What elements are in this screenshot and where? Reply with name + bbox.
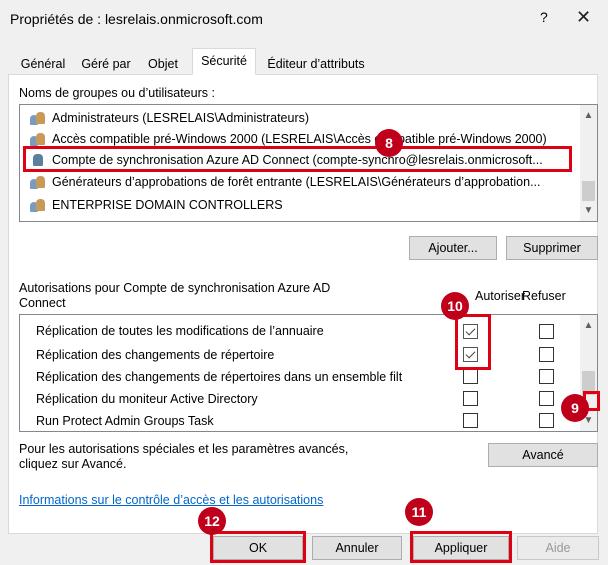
group-icon — [30, 175, 46, 189]
list-item-label: Compte de synchronisation Azure AD Conne… — [52, 153, 543, 167]
list-item-label: Administrateurs (LESRELAIS\Administrateu… — [52, 111, 310, 125]
help-button[interactable]: Aide — [517, 536, 599, 560]
allow-column-header: Autoriser — [475, 289, 526, 303]
permissions-list[interactable]: Réplication de toutes les modifications … — [19, 314, 598, 432]
permission-label: Run Protect Admin Groups Task — [36, 414, 214, 428]
allow-checkbox[interactable] — [463, 369, 478, 384]
scroll-up-icon[interactable]: ▲ — [580, 317, 597, 334]
advanced-button[interactable]: Avancé — [488, 443, 598, 467]
deny-checkbox[interactable] — [539, 413, 554, 428]
add-button[interactable]: Ajouter... — [409, 236, 497, 260]
list-item[interactable]: Générateurs d’approbations de forêt entr… — [20, 172, 541, 192]
tab-attribute-editor[interactable]: Éditeur d’attributs — [260, 52, 372, 74]
scroll-thumb[interactable] — [582, 371, 595, 395]
permission-label: Réplication de toutes les modifications … — [36, 324, 324, 338]
step-badge-11: 11 — [405, 498, 433, 526]
deny-checkbox[interactable] — [539, 324, 554, 339]
group-icon — [30, 198, 46, 212]
permission-label: Réplication du moniteur Active Directory — [36, 392, 258, 406]
allow-checkbox[interactable] — [463, 324, 478, 339]
list-item-selected[interactable]: Compte de synchronisation Azure AD Conne… — [20, 150, 543, 170]
tab-general[interactable]: Général — [14, 52, 72, 74]
list-item-label: ENTERPRISE DOMAIN CONTROLLERS — [52, 198, 283, 212]
tab-managed-by[interactable]: Géré par — [76, 52, 136, 74]
close-icon[interactable]: ✕ — [576, 7, 591, 28]
groups-scrollbar[interactable]: ▲ ▼ — [580, 105, 597, 221]
tab-object[interactable]: Objet — [140, 52, 186, 74]
group-icon — [30, 132, 46, 146]
deny-column-header: Refuser — [522, 289, 566, 303]
list-item-label: Générateurs d’approbations de forêt entr… — [52, 175, 541, 189]
cancel-button[interactable]: Annuler — [312, 536, 402, 560]
special-permissions-text: Pour les autorisations spéciales et les … — [19, 442, 349, 471]
deny-checkbox[interactable] — [539, 369, 554, 384]
deny-checkbox[interactable] — [539, 391, 554, 406]
list-item[interactable]: ENTERPRISE DOMAIN CONTROLLERS — [20, 195, 283, 215]
scroll-thumb[interactable] — [582, 181, 595, 201]
scroll-up-icon[interactable]: ▲ — [580, 107, 597, 124]
allow-checkbox[interactable] — [463, 413, 478, 428]
groups-list[interactable]: Administrateurs (LESRELAIS\Administrateu… — [19, 104, 598, 222]
step-badge-12: 12 — [198, 507, 226, 535]
allow-checkbox[interactable] — [463, 391, 478, 406]
permission-label: Réplication des changements de répertoir… — [36, 348, 275, 362]
group-icon — [30, 111, 46, 125]
apply-button[interactable]: Appliquer — [413, 536, 509, 560]
step-badge-9: 9 — [561, 394, 589, 422]
access-control-info-link[interactable]: Informations sur le contrôle d’accès et … — [19, 493, 323, 507]
deny-checkbox[interactable] — [539, 347, 554, 362]
permissions-title: Autorisations pour Compte de synchronisa… — [19, 281, 331, 310]
list-item-label: Accès compatible pré-Windows 2000 (LESRE… — [52, 132, 547, 146]
step-badge-10: 10 — [441, 292, 469, 320]
step-badge-8: 8 — [375, 129, 403, 157]
window-title: Propriétés de : lesrelais.onmicrosoft.co… — [10, 11, 263, 27]
permission-label: Réplication des changements de répertoir… — [36, 370, 403, 384]
tab-security[interactable]: Sécurité — [192, 48, 256, 75]
remove-button[interactable]: Supprimer — [506, 236, 598, 260]
list-item[interactable]: Accès compatible pré-Windows 2000 (LESRE… — [20, 129, 547, 149]
help-icon[interactable]: ? — [540, 9, 548, 25]
allow-checkbox[interactable] — [463, 347, 478, 362]
user-icon — [30, 153, 46, 167]
ok-button[interactable]: OK — [213, 536, 303, 560]
list-item[interactable]: Administrateurs (LESRELAIS\Administrateu… — [20, 108, 309, 128]
scroll-down-icon[interactable]: ▼ — [580, 202, 597, 219]
groups-label: Noms de groupes ou d’utilisateurs : — [19, 86, 215, 100]
